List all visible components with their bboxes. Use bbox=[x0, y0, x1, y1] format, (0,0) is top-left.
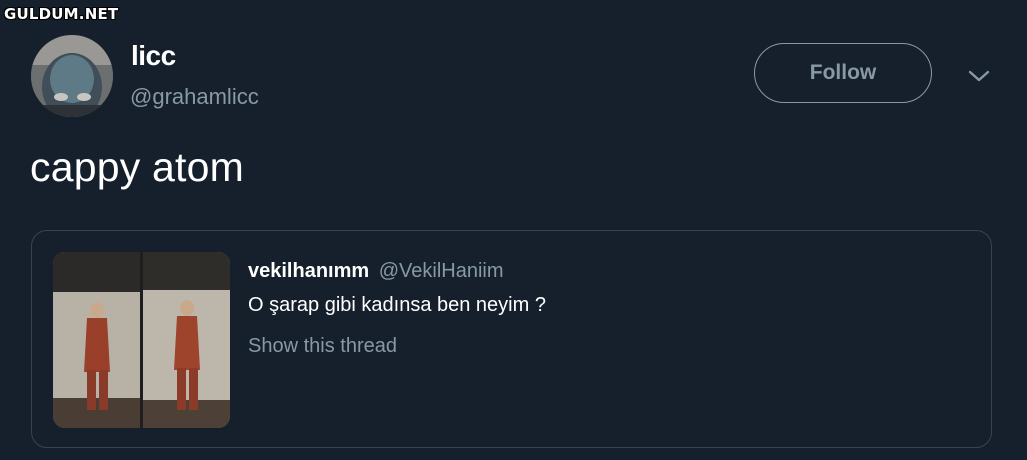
author-display-name[interactable]: licc bbox=[131, 40, 176, 72]
show-thread-link[interactable]: Show this thread bbox=[248, 335, 397, 358]
tweet-text: cappy atom bbox=[30, 144, 244, 190]
quoted-tweet-photo bbox=[53, 252, 230, 428]
avatar-image bbox=[31, 35, 113, 117]
quoted-tweet-author: vekilhanımm @VekilHaniim bbox=[248, 260, 504, 283]
avatar[interactable] bbox=[31, 35, 113, 117]
quoted-tweet-handle: @VekilHaniim bbox=[378, 260, 504, 282]
quoted-tweet-display-name: vekilhanımm bbox=[248, 260, 370, 282]
author-handle[interactable]: @grahamlicc bbox=[130, 84, 259, 110]
quoted-tweet-card[interactable]: vekilhanımm @VekilHaniim O şarap gibi ka… bbox=[31, 230, 992, 448]
follow-button[interactable]: Follow bbox=[754, 43, 932, 103]
watermark: GULDUM.NET bbox=[4, 5, 119, 23]
quoted-tweet-text: O şarap gibi kadınsa ben neyim ? bbox=[248, 294, 546, 316]
chevron-down-icon[interactable] bbox=[966, 66, 992, 86]
quoted-tweet-media[interactable] bbox=[53, 252, 230, 428]
